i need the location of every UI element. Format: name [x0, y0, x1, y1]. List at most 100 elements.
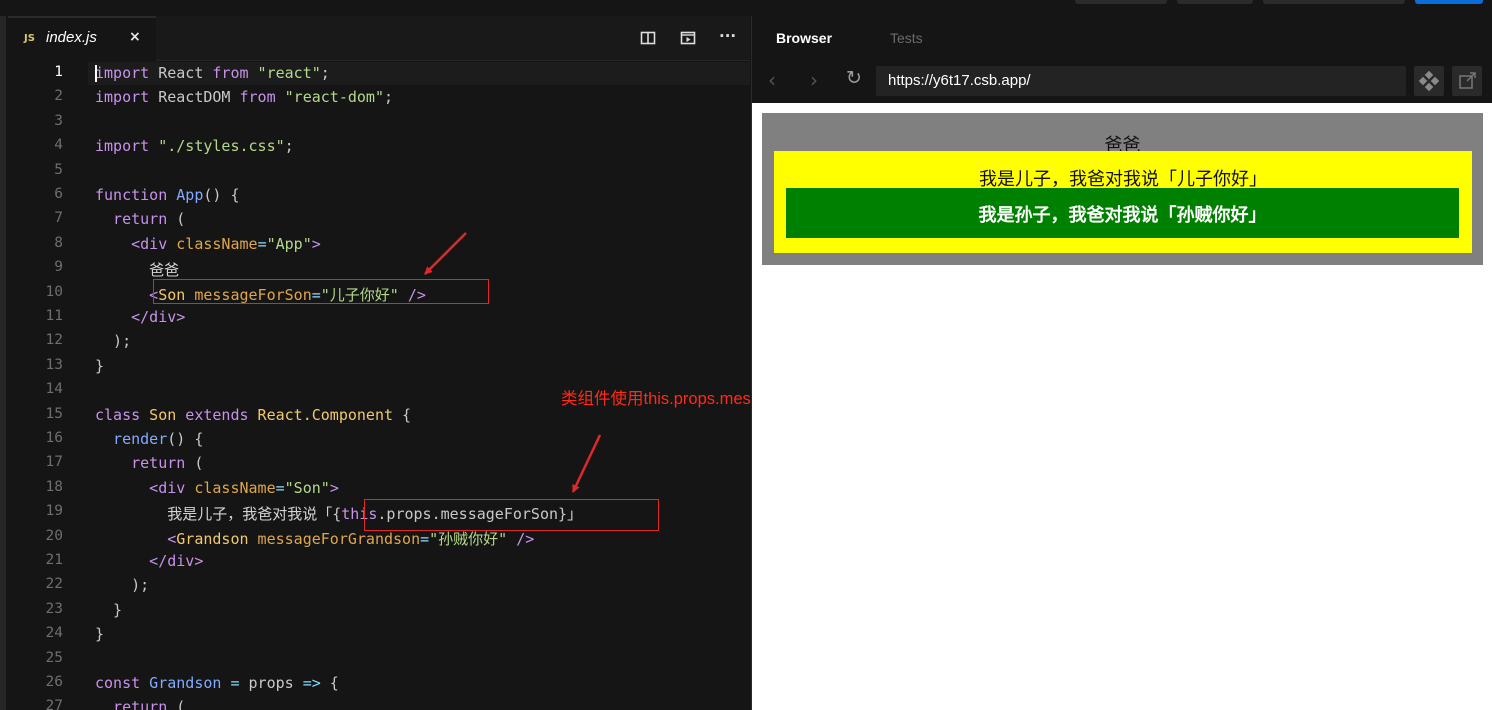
line-number: 18	[45, 478, 63, 495]
grandson-text: 我是孙子，我爸对我说「孙贼你好」	[978, 205, 1267, 226]
line-number: 27	[45, 698, 63, 710]
line-number: 3	[54, 112, 63, 129]
forward-icon[interactable]: ›	[810, 68, 818, 92]
code-token: {	[393, 405, 412, 424]
code-token: React.Component	[248, 405, 394, 424]
codesandbox-icon-button[interactable]	[1414, 66, 1444, 96]
code-token: (	[167, 698, 186, 710]
code-token: <div	[95, 234, 168, 253]
code-line: );	[95, 332, 131, 350]
code-line: </div>	[95, 308, 185, 326]
line-number: 8	[54, 234, 63, 251]
code-token: messageForGrandson	[248, 529, 421, 548]
line-number: 23	[45, 600, 63, 617]
line-number: 22	[45, 576, 63, 593]
code-token: =	[257, 234, 267, 253]
tab-tests[interactable]: Tests	[890, 30, 923, 46]
code-token: ;	[384, 88, 394, 107]
code-token: class	[95, 405, 141, 424]
split-editor-icon[interactable]	[640, 30, 656, 46]
open-external-button[interactable]	[1452, 66, 1482, 96]
code-token: </div>	[95, 552, 204, 570]
code-token: Grandson	[140, 674, 222, 692]
code-line: return (	[95, 454, 203, 472]
js-file-icon: JS	[24, 33, 35, 44]
code-token: }	[95, 625, 105, 644]
code-token: extends	[176, 405, 249, 424]
code-token: ;	[284, 137, 294, 156]
tab-index-js[interactable]: JS index.js ×	[8, 16, 156, 61]
back-icon[interactable]: ‹	[768, 68, 776, 92]
code-line: return (	[95, 698, 185, 710]
code-line: }	[95, 625, 104, 643]
more-icon[interactable]: ···	[719, 27, 736, 45]
code-line: <div className="App">	[95, 235, 321, 253]
close-icon[interactable]: ×	[129, 29, 141, 45]
code-editor: JS index.js × ··· 1 2 3 4 5 6 7 8 9 10 11 12 13 14 15 1…	[0, 16, 750, 710]
code-token: {	[320, 674, 339, 692]
tab-browser[interactable]: Browser	[776, 30, 832, 46]
code-token: return	[95, 210, 168, 229]
line-number: 24	[45, 625, 63, 642]
toolbar-primary-button[interactable]	[1415, 0, 1483, 4]
code-line: import "./styles.css";	[95, 137, 294, 155]
code-token: () {	[167, 430, 204, 448]
preview-icon[interactable]	[680, 30, 696, 46]
line-number: 15	[45, 405, 63, 422]
code-token: from	[239, 88, 276, 107]
line-number: 5	[54, 161, 63, 178]
code-token: 我是儿子，我爸对我说「	[95, 505, 333, 524]
line-number: 1	[54, 64, 63, 80]
code-line: </div>	[95, 552, 203, 570]
code-line: );	[95, 576, 149, 594]
code-token: <div	[95, 478, 186, 497]
toolbar-button-3[interactable]	[1263, 0, 1405, 4]
code-token: (	[185, 454, 204, 473]
code-line: }	[95, 357, 104, 375]
code-token: 爸爸	[95, 261, 180, 280]
code-token: );	[95, 576, 150, 595]
code-token: {	[332, 505, 342, 524]
line-number: 10	[45, 283, 63, 300]
text-cursor	[95, 65, 97, 82]
refresh-icon[interactable]: ↻	[846, 67, 862, 89]
code-token: import	[95, 137, 150, 156]
code-token: ReactDOM	[149, 88, 240, 107]
url-bar[interactable]: https://y6t17.csb.app/	[876, 66, 1406, 96]
annotation-box-son	[153, 279, 489, 304]
code-token: "App"	[266, 234, 312, 253]
code-line: render() {	[95, 430, 203, 448]
code-token: className	[185, 478, 276, 497]
toolbar-button-1[interactable]	[1075, 0, 1167, 4]
code-line: class Son extends React.Component {	[95, 406, 411, 424]
code-token: import	[95, 64, 150, 82]
code-token: =	[420, 529, 430, 548]
code-token: </div>	[95, 308, 186, 326]
code-token: import	[95, 88, 150, 107]
code-token: (	[167, 210, 186, 229]
line-number: 14	[45, 381, 63, 398]
code-token: function	[95, 186, 168, 204]
grandson-container: 我是孙子，我爸对我说「孙贼你好」	[786, 188, 1459, 238]
code-token: className	[167, 234, 258, 253]
code-line: import React from "react";	[95, 64, 330, 82]
toolbar-button-2[interactable]	[1177, 0, 1253, 4]
code-token: App	[167, 186, 204, 204]
code-token: "react-dom"	[275, 88, 384, 107]
editor-tab-bar: JS index.js × ···	[8, 16, 750, 61]
code-token: ;	[320, 64, 330, 82]
code-line: import ReactDOM from "react-dom";	[95, 88, 393, 106]
code-line: 爸爸	[95, 259, 179, 280]
line-number: 9	[54, 259, 63, 276]
line-number: 21	[45, 552, 63, 568]
code-token: "Son"	[284, 478, 330, 497]
code-line: <div className="Son">	[95, 479, 339, 497]
code-line: function App() {	[95, 186, 240, 204]
browser-panel: Browser Tests ‹ › ↻ https://y6t17.csb.ap…	[751, 16, 1492, 710]
code-token: "孙贼你好"	[429, 529, 508, 548]
line-number: 17	[45, 454, 63, 471]
code-line: }	[95, 601, 122, 619]
code-token: >	[311, 234, 321, 253]
code-token: );	[95, 332, 132, 351]
code-token: React	[149, 64, 213, 82]
